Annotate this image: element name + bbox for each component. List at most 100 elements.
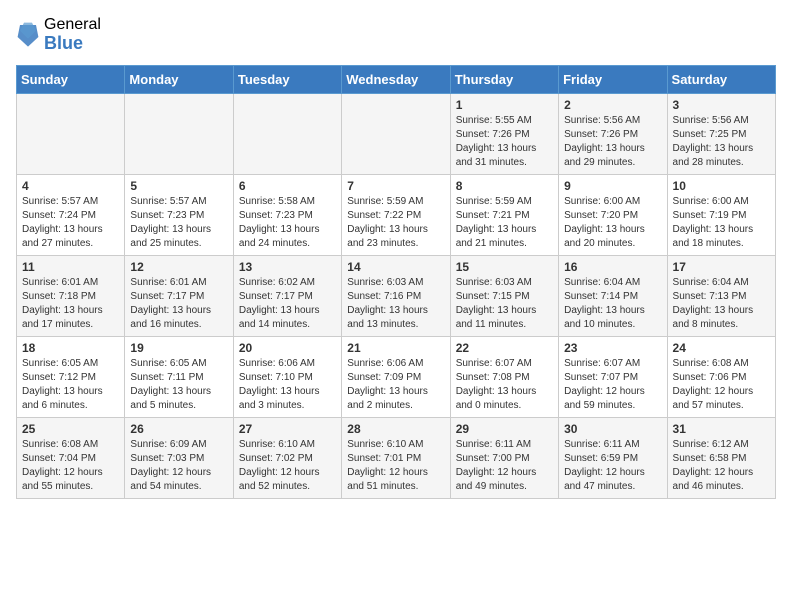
day-info: Sunrise: 6:07 AMSunset: 7:08 PMDaylight:… — [456, 357, 553, 413]
day-info: Sunrise: 6:01 AMSunset: 7:17 PMDaylight:… — [130, 276, 227, 332]
day-info: Sunrise: 5:58 AMSunset: 7:23 PMDaylight:… — [239, 195, 336, 251]
day-info: Sunrise: 5:59 AMSunset: 7:22 PMDaylight:… — [347, 195, 444, 251]
calendar-day-cell: 17 Sunrise: 6:04 AMSunset: 7:13 PMDayligh… — [667, 256, 775, 337]
logo-icon — [16, 21, 40, 49]
day-number: 5 — [130, 179, 227, 193]
day-info: Sunrise: 5:55 AMSunset: 7:26 PMDaylight:… — [456, 114, 553, 170]
day-info: Sunrise: 6:09 AMSunset: 7:03 PMDaylight:… — [130, 438, 227, 494]
day-number: 29 — [456, 422, 553, 436]
calendar-week-row: 11 Sunrise: 6:01 AMSunset: 7:18 PMDayligh… — [17, 256, 776, 337]
day-number: 27 — [239, 422, 336, 436]
day-info: Sunrise: 6:10 AMSunset: 7:02 PMDaylight:… — [239, 438, 336, 494]
calendar-day-cell — [233, 94, 341, 175]
calendar-day-cell: 5Sunrise: 5:57 AMSunset: 7:23 PMDaylight… — [125, 175, 233, 256]
day-number: 20 — [239, 341, 336, 355]
day-info: Sunrise: 6:04 AMSunset: 7:14 PMDaylight:… — [564, 276, 661, 332]
calendar-day-header: Saturday — [667, 66, 775, 94]
calendar-day-header: Thursday — [450, 66, 558, 94]
day-info: Sunrise: 6:08 AMSunset: 7:06 PMDaylight:… — [673, 357, 770, 413]
day-info: Sunrise: 6:01 AMSunset: 7:18 PMDaylight:… — [22, 276, 119, 332]
calendar-day-cell: 8 Sunrise: 5:59 AMSunset: 7:21 PMDaylight… — [450, 175, 558, 256]
calendar-week-row: 4Sunrise: 5:57 AMSunset: 7:24 PMDaylight… — [17, 175, 776, 256]
day-number: 8 — [456, 179, 553, 193]
calendar-day-cell: 16 Sunrise: 6:04 AMSunset: 7:14 PMDayligh… — [559, 256, 667, 337]
calendar-week-row: 25 Sunrise: 6:08 AMSunset: 7:04 PMDayligh… — [17, 418, 776, 499]
day-info: Sunrise: 6:10 AMSunset: 7:01 PMDaylight:… — [347, 438, 444, 494]
day-number: 11 — [22, 260, 119, 274]
day-info: Sunrise: 6:08 AMSunset: 7:04 PMDaylight:… — [22, 438, 119, 494]
calendar-day-header: Sunday — [17, 66, 125, 94]
day-info: Sunrise: 6:05 AMSunset: 7:11 PMDaylight:… — [130, 357, 227, 413]
day-info: Sunrise: 6:03 AMSunset: 7:15 PMDaylight:… — [456, 276, 553, 332]
day-number: 1 — [456, 98, 553, 112]
calendar-day-cell: 19 Sunrise: 6:05 AMSunset: 7:11 PMDayligh… — [125, 337, 233, 418]
calendar-day-cell: 23 Sunrise: 6:07 AMSunset: 7:07 PMDayligh… — [559, 337, 667, 418]
calendar-day-cell: 30 Sunrise: 6:11 AMSunset: 6:59 PMDayligh… — [559, 418, 667, 499]
day-info: Sunrise: 6:06 AMSunset: 7:10 PMDaylight:… — [239, 357, 336, 413]
day-info: Sunrise: 6:00 AMSunset: 7:20 PMDaylight:… — [564, 195, 661, 251]
calendar-day-cell: 9 Sunrise: 6:00 AMSunset: 7:20 PMDaylight… — [559, 175, 667, 256]
day-info: Sunrise: 5:56 AMSunset: 7:25 PMDaylight:… — [673, 114, 770, 170]
calendar-day-cell: 7 Sunrise: 5:59 AMSunset: 7:22 PMDaylight… — [342, 175, 450, 256]
day-info: Sunrise: 6:00 AMSunset: 7:19 PMDaylight:… — [673, 195, 770, 251]
calendar-day-cell: 28Sunrise: 6:10 AMSunset: 7:01 PMDayligh… — [342, 418, 450, 499]
logo-general: General — [44, 16, 101, 34]
day-number: 21 — [347, 341, 444, 355]
day-number: 4 — [22, 179, 119, 193]
calendar-week-row: 18 Sunrise: 6:05 AMSunset: 7:12 PMDayligh… — [17, 337, 776, 418]
calendar-day-cell: 18 Sunrise: 6:05 AMSunset: 7:12 PMDayligh… — [17, 337, 125, 418]
day-info: Sunrise: 6:11 AMSunset: 7:00 PMDaylight:… — [456, 438, 553, 494]
day-number: 2 — [564, 98, 661, 112]
calendar-day-cell: 20 Sunrise: 6:06 AMSunset: 7:10 PMDayligh… — [233, 337, 341, 418]
calendar-day-cell: 21 Sunrise: 6:06 AMSunset: 7:09 PMDayligh… — [342, 337, 450, 418]
logo-blue: Blue — [44, 34, 101, 54]
calendar-day-cell: 15Sunrise: 6:03 AMSunset: 7:15 PMDayligh… — [450, 256, 558, 337]
logo-text: GeneralBlue — [44, 16, 101, 53]
calendar-day-cell: 1 Sunrise: 5:55 AMSunset: 7:26 PMDaylight… — [450, 94, 558, 175]
calendar-day-cell: 6Sunrise: 5:58 AMSunset: 7:23 PMDaylight… — [233, 175, 341, 256]
day-number: 31 — [673, 422, 770, 436]
day-info: Sunrise: 6:06 AMSunset: 7:09 PMDaylight:… — [347, 357, 444, 413]
calendar-day-cell: 11 Sunrise: 6:01 AMSunset: 7:18 PMDayligh… — [17, 256, 125, 337]
logo: GeneralBlue — [16, 16, 101, 53]
day-number: 19 — [130, 341, 227, 355]
day-number: 18 — [22, 341, 119, 355]
day-info: Sunrise: 5:59 AMSunset: 7:21 PMDaylight:… — [456, 195, 553, 251]
calendar-day-cell: 31 Sunrise: 6:12 AMSunset: 6:58 PMDayligh… — [667, 418, 775, 499]
day-number: 22 — [456, 341, 553, 355]
calendar-day-header: Wednesday — [342, 66, 450, 94]
calendar-day-header: Monday — [125, 66, 233, 94]
page-header: GeneralBlue — [16, 16, 776, 53]
calendar-day-cell: 25 Sunrise: 6:08 AMSunset: 7:04 PMDayligh… — [17, 418, 125, 499]
day-number: 3 — [673, 98, 770, 112]
day-number: 7 — [347, 179, 444, 193]
day-info: Sunrise: 6:07 AMSunset: 7:07 PMDaylight:… — [564, 357, 661, 413]
day-number: 23 — [564, 341, 661, 355]
calendar-day-cell — [17, 94, 125, 175]
day-number: 17 — [673, 260, 770, 274]
calendar-day-cell: 2Sunrise: 5:56 AMSunset: 7:26 PMDaylight… — [559, 94, 667, 175]
calendar-day-cell: 4Sunrise: 5:57 AMSunset: 7:24 PMDaylight… — [17, 175, 125, 256]
day-number: 13 — [239, 260, 336, 274]
day-info: Sunrise: 6:12 AMSunset: 6:58 PMDaylight:… — [673, 438, 770, 494]
day-number: 25 — [22, 422, 119, 436]
day-info: Sunrise: 6:02 AMSunset: 7:17 PMDaylight:… — [239, 276, 336, 332]
day-number: 26 — [130, 422, 227, 436]
day-number: 9 — [564, 179, 661, 193]
calendar-day-cell: 13 Sunrise: 6:02 AMSunset: 7:17 PMDayligh… — [233, 256, 341, 337]
day-info: Sunrise: 6:04 AMSunset: 7:13 PMDaylight:… — [673, 276, 770, 332]
calendar-day-header: Friday — [559, 66, 667, 94]
day-number: 24 — [673, 341, 770, 355]
day-info: Sunrise: 6:03 AMSunset: 7:16 PMDaylight:… — [347, 276, 444, 332]
day-number: 30 — [564, 422, 661, 436]
calendar-day-cell — [125, 94, 233, 175]
calendar-day-cell: 10Sunrise: 6:00 AMSunset: 7:19 PMDayligh… — [667, 175, 775, 256]
day-info: Sunrise: 6:11 AMSunset: 6:59 PMDaylight:… — [564, 438, 661, 494]
day-info: Sunrise: 6:05 AMSunset: 7:12 PMDaylight:… — [22, 357, 119, 413]
calendar-week-row: 1 Sunrise: 5:55 AMSunset: 7:26 PMDaylight… — [17, 94, 776, 175]
day-number: 16 — [564, 260, 661, 274]
calendar-day-cell: 24 Sunrise: 6:08 AMSunset: 7:06 PMDayligh… — [667, 337, 775, 418]
calendar-day-cell: 26 Sunrise: 6:09 AMSunset: 7:03 PMDayligh… — [125, 418, 233, 499]
calendar-day-cell: 12Sunrise: 6:01 AMSunset: 7:17 PMDayligh… — [125, 256, 233, 337]
calendar-day-header: Tuesday — [233, 66, 341, 94]
